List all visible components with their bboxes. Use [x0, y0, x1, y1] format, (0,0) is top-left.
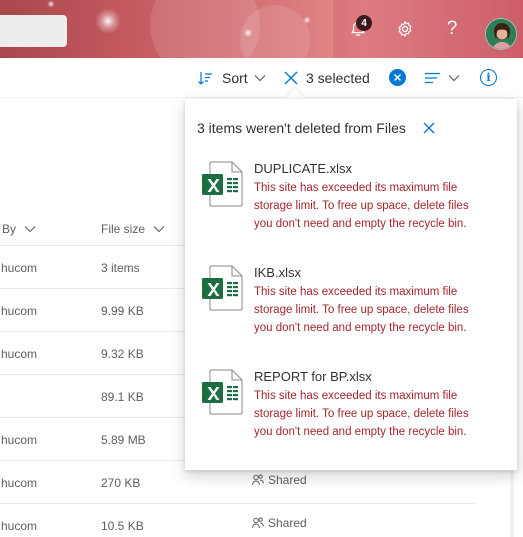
header-decoration	[243, 28, 253, 38]
failed-item-error: This site has exceeded its maximum file …	[254, 182, 469, 231]
file-size-cell: 3 items	[101, 260, 140, 275]
view-options-icon	[425, 72, 440, 84]
callout-close-button[interactable]	[422, 121, 436, 135]
help-button[interactable]: ?	[437, 14, 467, 44]
header-decoration	[95, 8, 121, 34]
failed-item-error: This site has exceeded its maximum file …	[254, 286, 469, 335]
failed-item-name[interactable]: REPORT for BP.xlsx	[254, 369, 372, 384]
callout-title: 3 items weren't deleted from Files	[197, 120, 406, 136]
column-header-file-size[interactable]: File size	[101, 210, 165, 248]
suite-header: 4 ?	[0, 0, 523, 58]
failed-item-name[interactable]: IKB.xlsx	[254, 265, 301, 280]
modified-by-cell: hucom	[1, 346, 38, 361]
sharing-label: Shared	[268, 473, 307, 487]
excel-file-icon	[202, 161, 243, 207]
file-size-cell: 5.89 MB	[101, 432, 146, 447]
failed-item-error: This site has exceeded its maximum file …	[254, 390, 469, 439]
chevron-down-icon	[448, 75, 460, 82]
clear-selection-icon	[393, 73, 402, 82]
header-decoration	[303, 16, 311, 24]
notification-count-badge: 4	[356, 15, 372, 31]
column-header-modified-by[interactable]: By	[2, 210, 36, 248]
sort-label: Sort	[222, 70, 248, 86]
table-row[interactable]: hucom 10.5 KB Shared	[0, 504, 476, 537]
header-decoration	[47, 0, 55, 8]
excel-file-icon	[202, 265, 243, 311]
avatar[interactable]	[485, 18, 517, 50]
sharing-status: Shared	[252, 473, 307, 487]
modified-by-cell: hucom	[1, 432, 38, 447]
close-icon	[423, 122, 435, 134]
info-button[interactable]: i	[480, 69, 497, 86]
modified-by-cell: hucom	[1, 518, 38, 533]
chevron-down-icon	[24, 226, 36, 233]
onedrive-files-page: 4 ? Sort 3 selected i By File size hucom…	[0, 0, 523, 537]
failed-item-name[interactable]: DUPLICATE.xlsx	[254, 161, 352, 176]
view-options-button[interactable]	[425, 58, 460, 98]
sharing-status: Shared	[252, 516, 307, 530]
settings-button[interactable]	[390, 14, 420, 44]
delete-errors-callout: 3 items weren't deleted from Files DUPLI…	[185, 99, 517, 470]
shared-icon	[252, 517, 264, 529]
shared-icon	[252, 474, 264, 486]
chevron-down-icon	[153, 226, 165, 233]
close-icon	[284, 71, 298, 85]
info-icon: i	[486, 71, 491, 84]
modified-by-cell: hucom	[1, 475, 38, 490]
sharing-label: Shared	[268, 516, 307, 530]
selection-count-label: 3 selected	[306, 70, 370, 86]
gear-icon	[398, 21, 412, 37]
modified-by-cell: hucom	[1, 303, 38, 318]
sort-button[interactable]: Sort	[197, 58, 266, 98]
sort-icon	[198, 72, 212, 85]
column-header-label: File size	[101, 222, 146, 236]
excel-file-icon	[202, 369, 243, 415]
modified-by-cell: hucom	[1, 260, 38, 275]
file-size-cell: 270 KB	[101, 475, 141, 490]
chevron-down-icon	[254, 75, 266, 82]
file-size-cell: 9.99 KB	[101, 303, 144, 318]
file-size-cell: 10.5 KB	[101, 518, 144, 533]
clear-selection-button[interactable]	[389, 69, 406, 86]
file-size-cell: 89.1 KB	[101, 389, 144, 404]
help-icon: ?	[446, 18, 458, 39]
search-box[interactable]	[0, 15, 67, 47]
file-size-cell: 9.32 KB	[101, 346, 144, 361]
column-header-label: By	[2, 222, 17, 236]
